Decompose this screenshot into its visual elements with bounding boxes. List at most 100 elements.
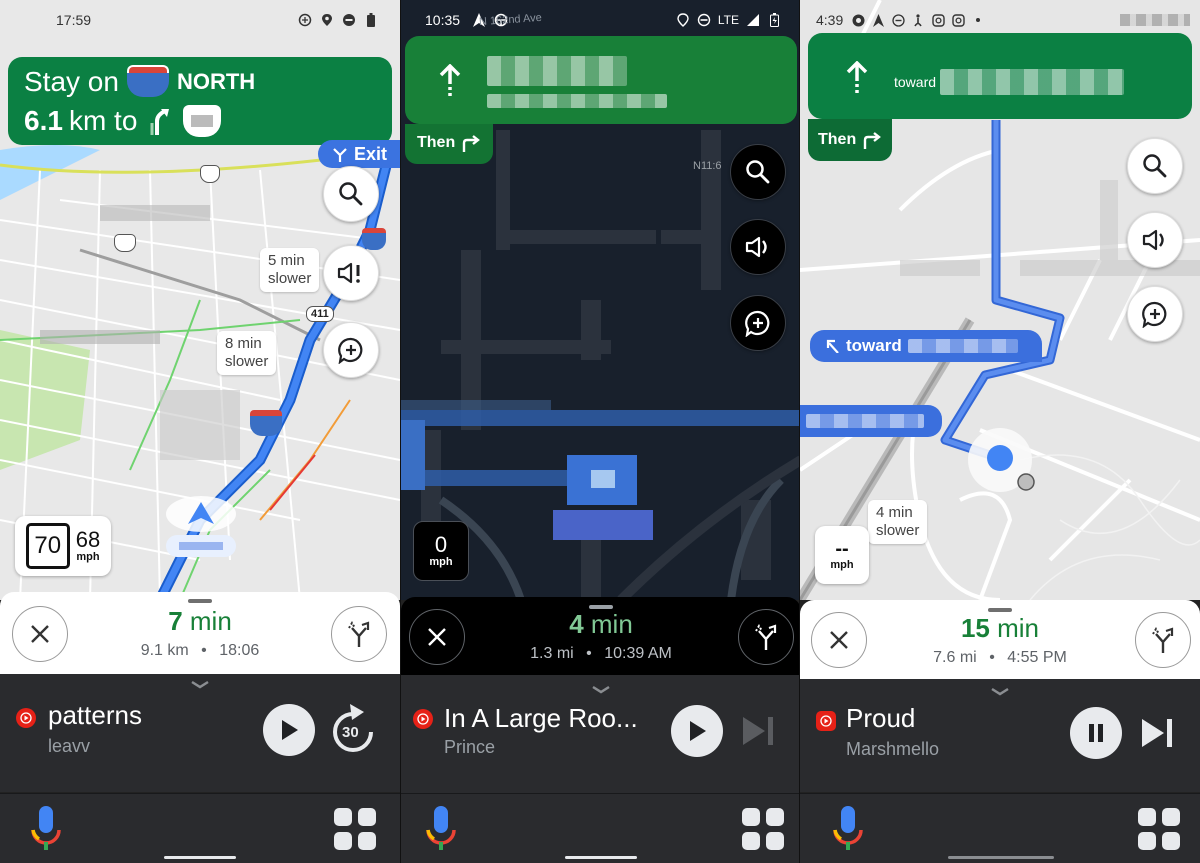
status-bar: 10:35 N 162nd Ave LTE bbox=[401, 0, 799, 40]
traffic-delay-bubble[interactable]: 8 min slower bbox=[217, 331, 277, 375]
interstate-shield bbox=[250, 410, 282, 438]
blurred-label bbox=[1020, 260, 1200, 276]
alternate-routes-icon bbox=[348, 621, 370, 647]
play-button[interactable] bbox=[263, 704, 315, 756]
search-button[interactable] bbox=[1127, 138, 1183, 194]
destination-marker bbox=[1017, 473, 1035, 491]
track-artist: Prince bbox=[444, 737, 496, 757]
chevron-down-icon[interactable] bbox=[990, 687, 1010, 697]
home-indicator[interactable] bbox=[948, 856, 1054, 859]
track-title: Proud bbox=[846, 703, 916, 733]
sound-button[interactable] bbox=[730, 219, 786, 275]
skip-next-button[interactable] bbox=[1140, 717, 1174, 754]
google-assistant-button[interactable] bbox=[425, 806, 457, 855]
search-button[interactable] bbox=[730, 144, 786, 200]
trip-summary-card[interactable]: 15 min 7.6 mi • 4:55 PM bbox=[800, 600, 1200, 679]
alternate-routes-button[interactable] bbox=[738, 609, 794, 665]
media-card[interactable]: patterns leavv 30 bbox=[0, 674, 400, 792]
app-launcher-button[interactable] bbox=[1138, 808, 1180, 850]
alternate-routes-icon bbox=[755, 624, 777, 650]
state-route-shield: 411 bbox=[306, 306, 334, 322]
google-assistant-button[interactable] bbox=[832, 806, 864, 855]
search-icon bbox=[746, 160, 770, 184]
search-button[interactable] bbox=[323, 166, 379, 222]
forward-30-button[interactable]: 30 bbox=[328, 702, 378, 754]
traffic-delay-bubble[interactable]: 4 min slower bbox=[868, 500, 928, 544]
microphone-icon bbox=[31, 806, 61, 850]
banner-distance: 6.1 bbox=[24, 105, 63, 136]
separator: • bbox=[989, 649, 995, 666]
eta-distance: 1.3 mi bbox=[530, 645, 574, 662]
app-launcher-button[interactable] bbox=[742, 808, 784, 850]
eta-distance: 7.6 mi bbox=[933, 649, 977, 666]
blurred-street-name bbox=[806, 414, 924, 428]
next-turn-banner[interactable]: toward bbox=[808, 33, 1192, 119]
next-turn-banner[interactable]: Stay on NORTH 6.1 km to bbox=[8, 57, 392, 145]
banner-instruction: Stay on bbox=[24, 66, 119, 97]
eta-unit: min bbox=[189, 606, 232, 636]
status-time: 4:39 bbox=[816, 12, 844, 28]
trip-summary-card[interactable]: 4 min 1.3 mi • 10:39 AM bbox=[401, 597, 799, 675]
traffic-delay-bubble[interactable]: 5 min slower bbox=[260, 248, 320, 292]
status-time: 10:35 bbox=[425, 12, 461, 28]
add-report-icon bbox=[745, 310, 770, 337]
delay-label: slower bbox=[268, 270, 312, 287]
volume-icon bbox=[1142, 229, 1164, 251]
then-label: Then bbox=[818, 131, 857, 148]
delay-value: 4 min bbox=[876, 504, 913, 521]
report-incident-button[interactable] bbox=[323, 322, 379, 378]
blurred-status-icons bbox=[1120, 14, 1190, 26]
park-area bbox=[0, 330, 90, 470]
skip-next-button[interactable] bbox=[741, 715, 775, 752]
instagram-icon bbox=[931, 13, 945, 27]
alternate-routes-button[interactable] bbox=[1135, 612, 1191, 668]
route-callout[interactable]: toward bbox=[810, 330, 1042, 362]
chevron-down-icon[interactable] bbox=[190, 680, 210, 690]
report-incident-button[interactable] bbox=[1127, 286, 1183, 342]
media-card[interactable]: Proud Marshmello bbox=[800, 679, 1200, 792]
play-icon bbox=[690, 721, 706, 741]
google-assistant-button[interactable] bbox=[30, 806, 62, 855]
trip-summary-card[interactable]: 7 min 9.1 km • 18:06 bbox=[0, 592, 400, 674]
eta-unit: min bbox=[997, 613, 1040, 643]
blurred-label bbox=[1100, 180, 1118, 260]
alternate-routes-button[interactable] bbox=[331, 606, 387, 662]
next-turn-banner[interactable] bbox=[405, 36, 797, 124]
drag-handle[interactable] bbox=[188, 599, 212, 603]
road-label-blurred bbox=[553, 510, 653, 540]
eta-distance: 9.1 km bbox=[140, 642, 189, 659]
location-pin-icon bbox=[676, 13, 690, 27]
then-maneuver-chip: Then bbox=[808, 119, 893, 161]
android-auto-screen-2: N11:6 10:35 N 162nd Ave LTE Then 0 mph 4… bbox=[400, 0, 800, 863]
banner-direction: NORTH bbox=[176, 69, 256, 94]
straight-arrow-icon bbox=[846, 61, 868, 93]
media-card[interactable]: In A Large Roo... Prince bbox=[401, 675, 799, 793]
app-launcher-button[interactable] bbox=[334, 808, 376, 850]
play-button[interactable] bbox=[671, 705, 723, 757]
speedometer: -- mph bbox=[815, 526, 869, 584]
report-incident-button[interactable] bbox=[730, 295, 786, 351]
microphone-icon bbox=[833, 806, 863, 850]
turn-right-icon bbox=[463, 135, 481, 152]
blurred-label bbox=[900, 260, 980, 276]
route-segment bbox=[401, 420, 425, 490]
route-callout[interactable] bbox=[800, 405, 942, 437]
system-nav-bar bbox=[401, 793, 799, 863]
home-indicator[interactable] bbox=[164, 856, 236, 859]
sound-button[interactable] bbox=[1127, 212, 1183, 268]
us-route-shield bbox=[200, 165, 220, 183]
navigation-icon bbox=[871, 13, 885, 27]
home-indicator[interactable] bbox=[565, 856, 637, 859]
play-icon bbox=[282, 720, 298, 740]
eta-minutes: 4 bbox=[569, 609, 584, 639]
chevron-down-icon[interactable] bbox=[591, 685, 611, 695]
sound-alerts-only-button[interactable] bbox=[323, 245, 379, 301]
drag-handle[interactable] bbox=[988, 608, 1012, 612]
us-route-shield bbox=[114, 234, 136, 252]
android-auto-screen-3: 4:39 toward Then toward 4 min slower -- … bbox=[800, 0, 1200, 863]
track-artist: leavv bbox=[48, 736, 91, 756]
callout-toward-label: toward bbox=[846, 336, 902, 355]
pause-button[interactable] bbox=[1070, 707, 1122, 759]
search-icon bbox=[1143, 154, 1167, 178]
track-title: patterns bbox=[48, 700, 142, 730]
